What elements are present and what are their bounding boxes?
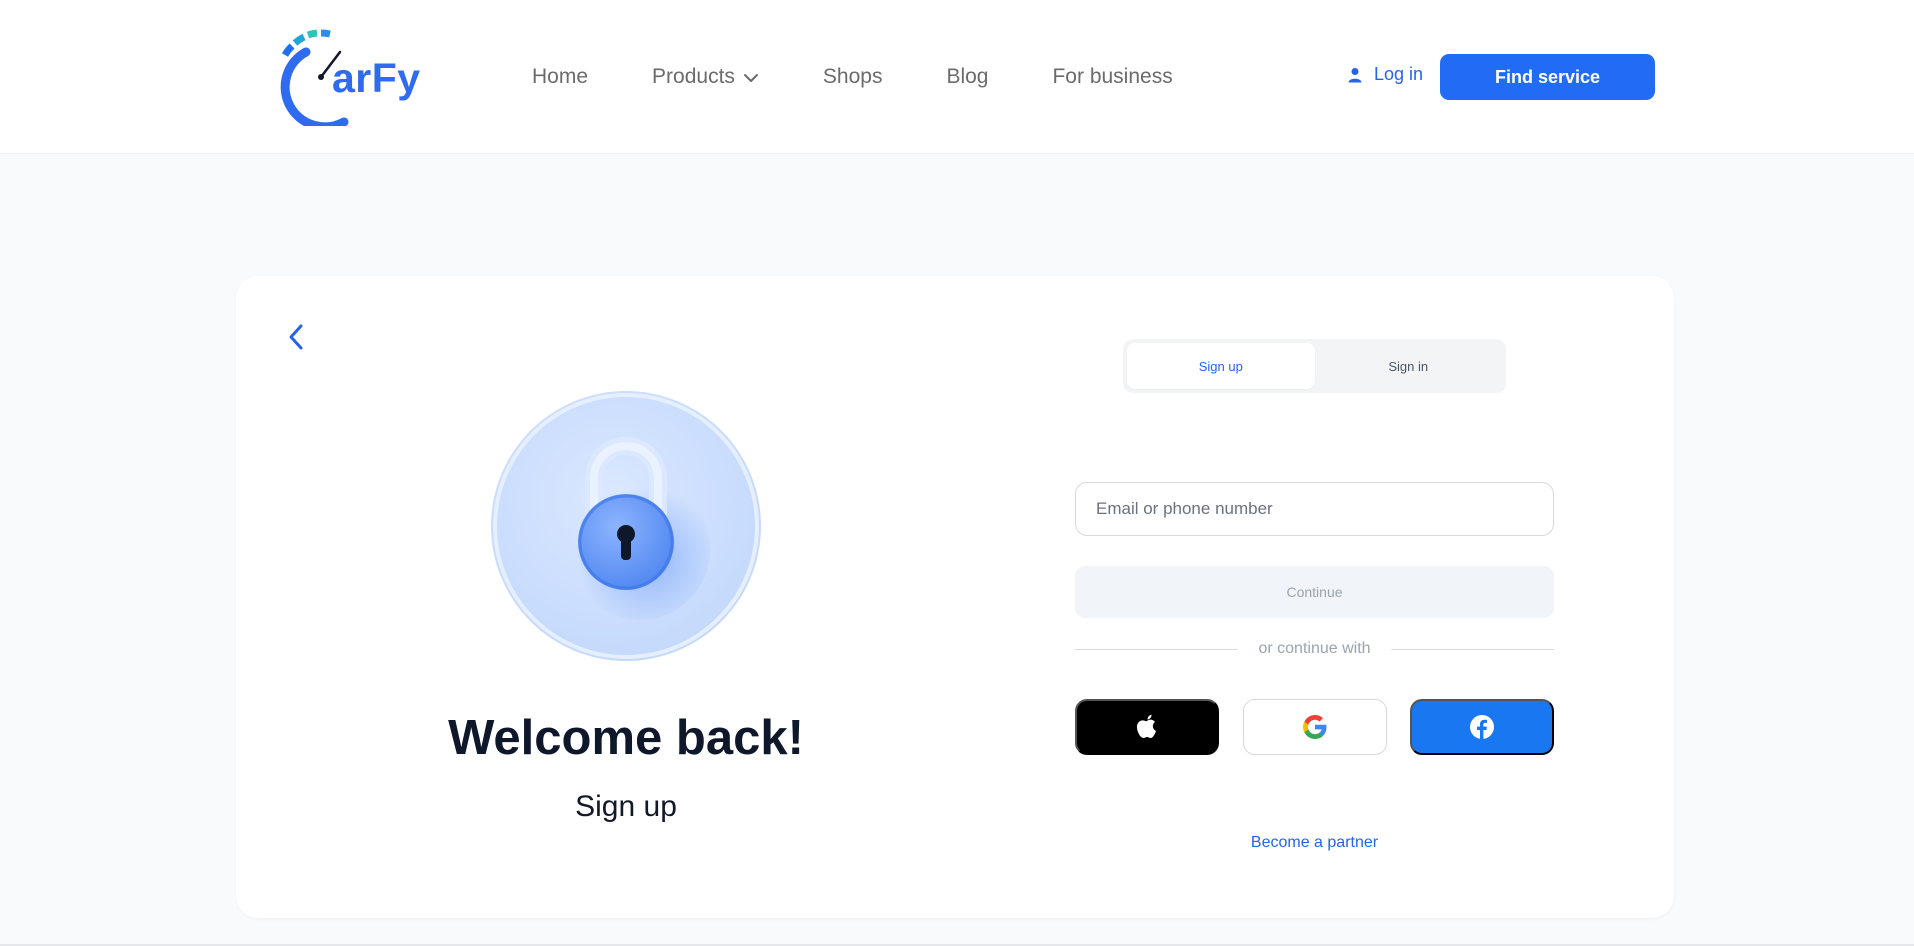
find-service-button[interactable]: Find service xyxy=(1440,54,1655,100)
google-icon xyxy=(1303,715,1327,739)
site-header: arFy Home Products Shops Blog For busine… xyxy=(0,0,1914,154)
nav-home[interactable]: Home xyxy=(532,65,588,89)
mode-subtitle: Sign up xyxy=(575,790,677,823)
continue-button[interactable]: Continue xyxy=(1075,566,1554,618)
login-link[interactable]: Log in xyxy=(1348,64,1423,85)
welcome-heading: Welcome back! xyxy=(448,711,804,765)
logo-wordmark: arFy xyxy=(332,55,421,101)
back-button[interactable] xyxy=(286,322,306,352)
apple-login-button[interactable] xyxy=(1075,699,1219,755)
nav-shops-label: Shops xyxy=(822,65,883,88)
nav-for-business[interactable]: For business xyxy=(1052,65,1172,89)
lock-illustration xyxy=(490,390,762,662)
tab-sign-up[interactable]: Sign up xyxy=(1127,343,1315,389)
nav-home-label: Home xyxy=(532,65,589,88)
main-nav: Home Products Shops Blog For business xyxy=(532,62,1237,92)
nav-products-label: Products xyxy=(652,65,735,88)
chevron-left-icon xyxy=(289,324,303,350)
divider-line-left xyxy=(1075,648,1239,650)
login-label: Log in xyxy=(1374,64,1424,84)
padlock-icon xyxy=(491,391,761,661)
divider-text: or continue with xyxy=(1258,640,1371,657)
email-or-phone-input[interactable] xyxy=(1075,482,1554,536)
apple-icon xyxy=(1137,714,1156,738)
facebook-icon xyxy=(1470,715,1494,739)
nav-blog-label: Blog xyxy=(946,65,989,88)
social-divider: or continue with xyxy=(1075,638,1554,660)
auth-tabs: Sign up Sign in xyxy=(1123,339,1506,393)
google-login-button[interactable] xyxy=(1243,699,1387,755)
chevron-down-icon xyxy=(743,65,759,89)
nav-products[interactable]: Products xyxy=(652,65,759,89)
facebook-login-button[interactable] xyxy=(1410,699,1554,755)
divider-line-right xyxy=(1390,648,1554,650)
nav-blog[interactable]: Blog xyxy=(946,65,988,89)
carfy-logo[interactable]: arFy xyxy=(272,22,432,126)
become-partner-link[interactable]: Become a partner xyxy=(1075,834,1554,852)
user-icon xyxy=(1348,67,1362,83)
tab-sign-in[interactable]: Sign in xyxy=(1315,343,1503,389)
nav-for-business-label: For business xyxy=(1052,65,1173,88)
nav-shops[interactable]: Shops xyxy=(823,65,883,89)
